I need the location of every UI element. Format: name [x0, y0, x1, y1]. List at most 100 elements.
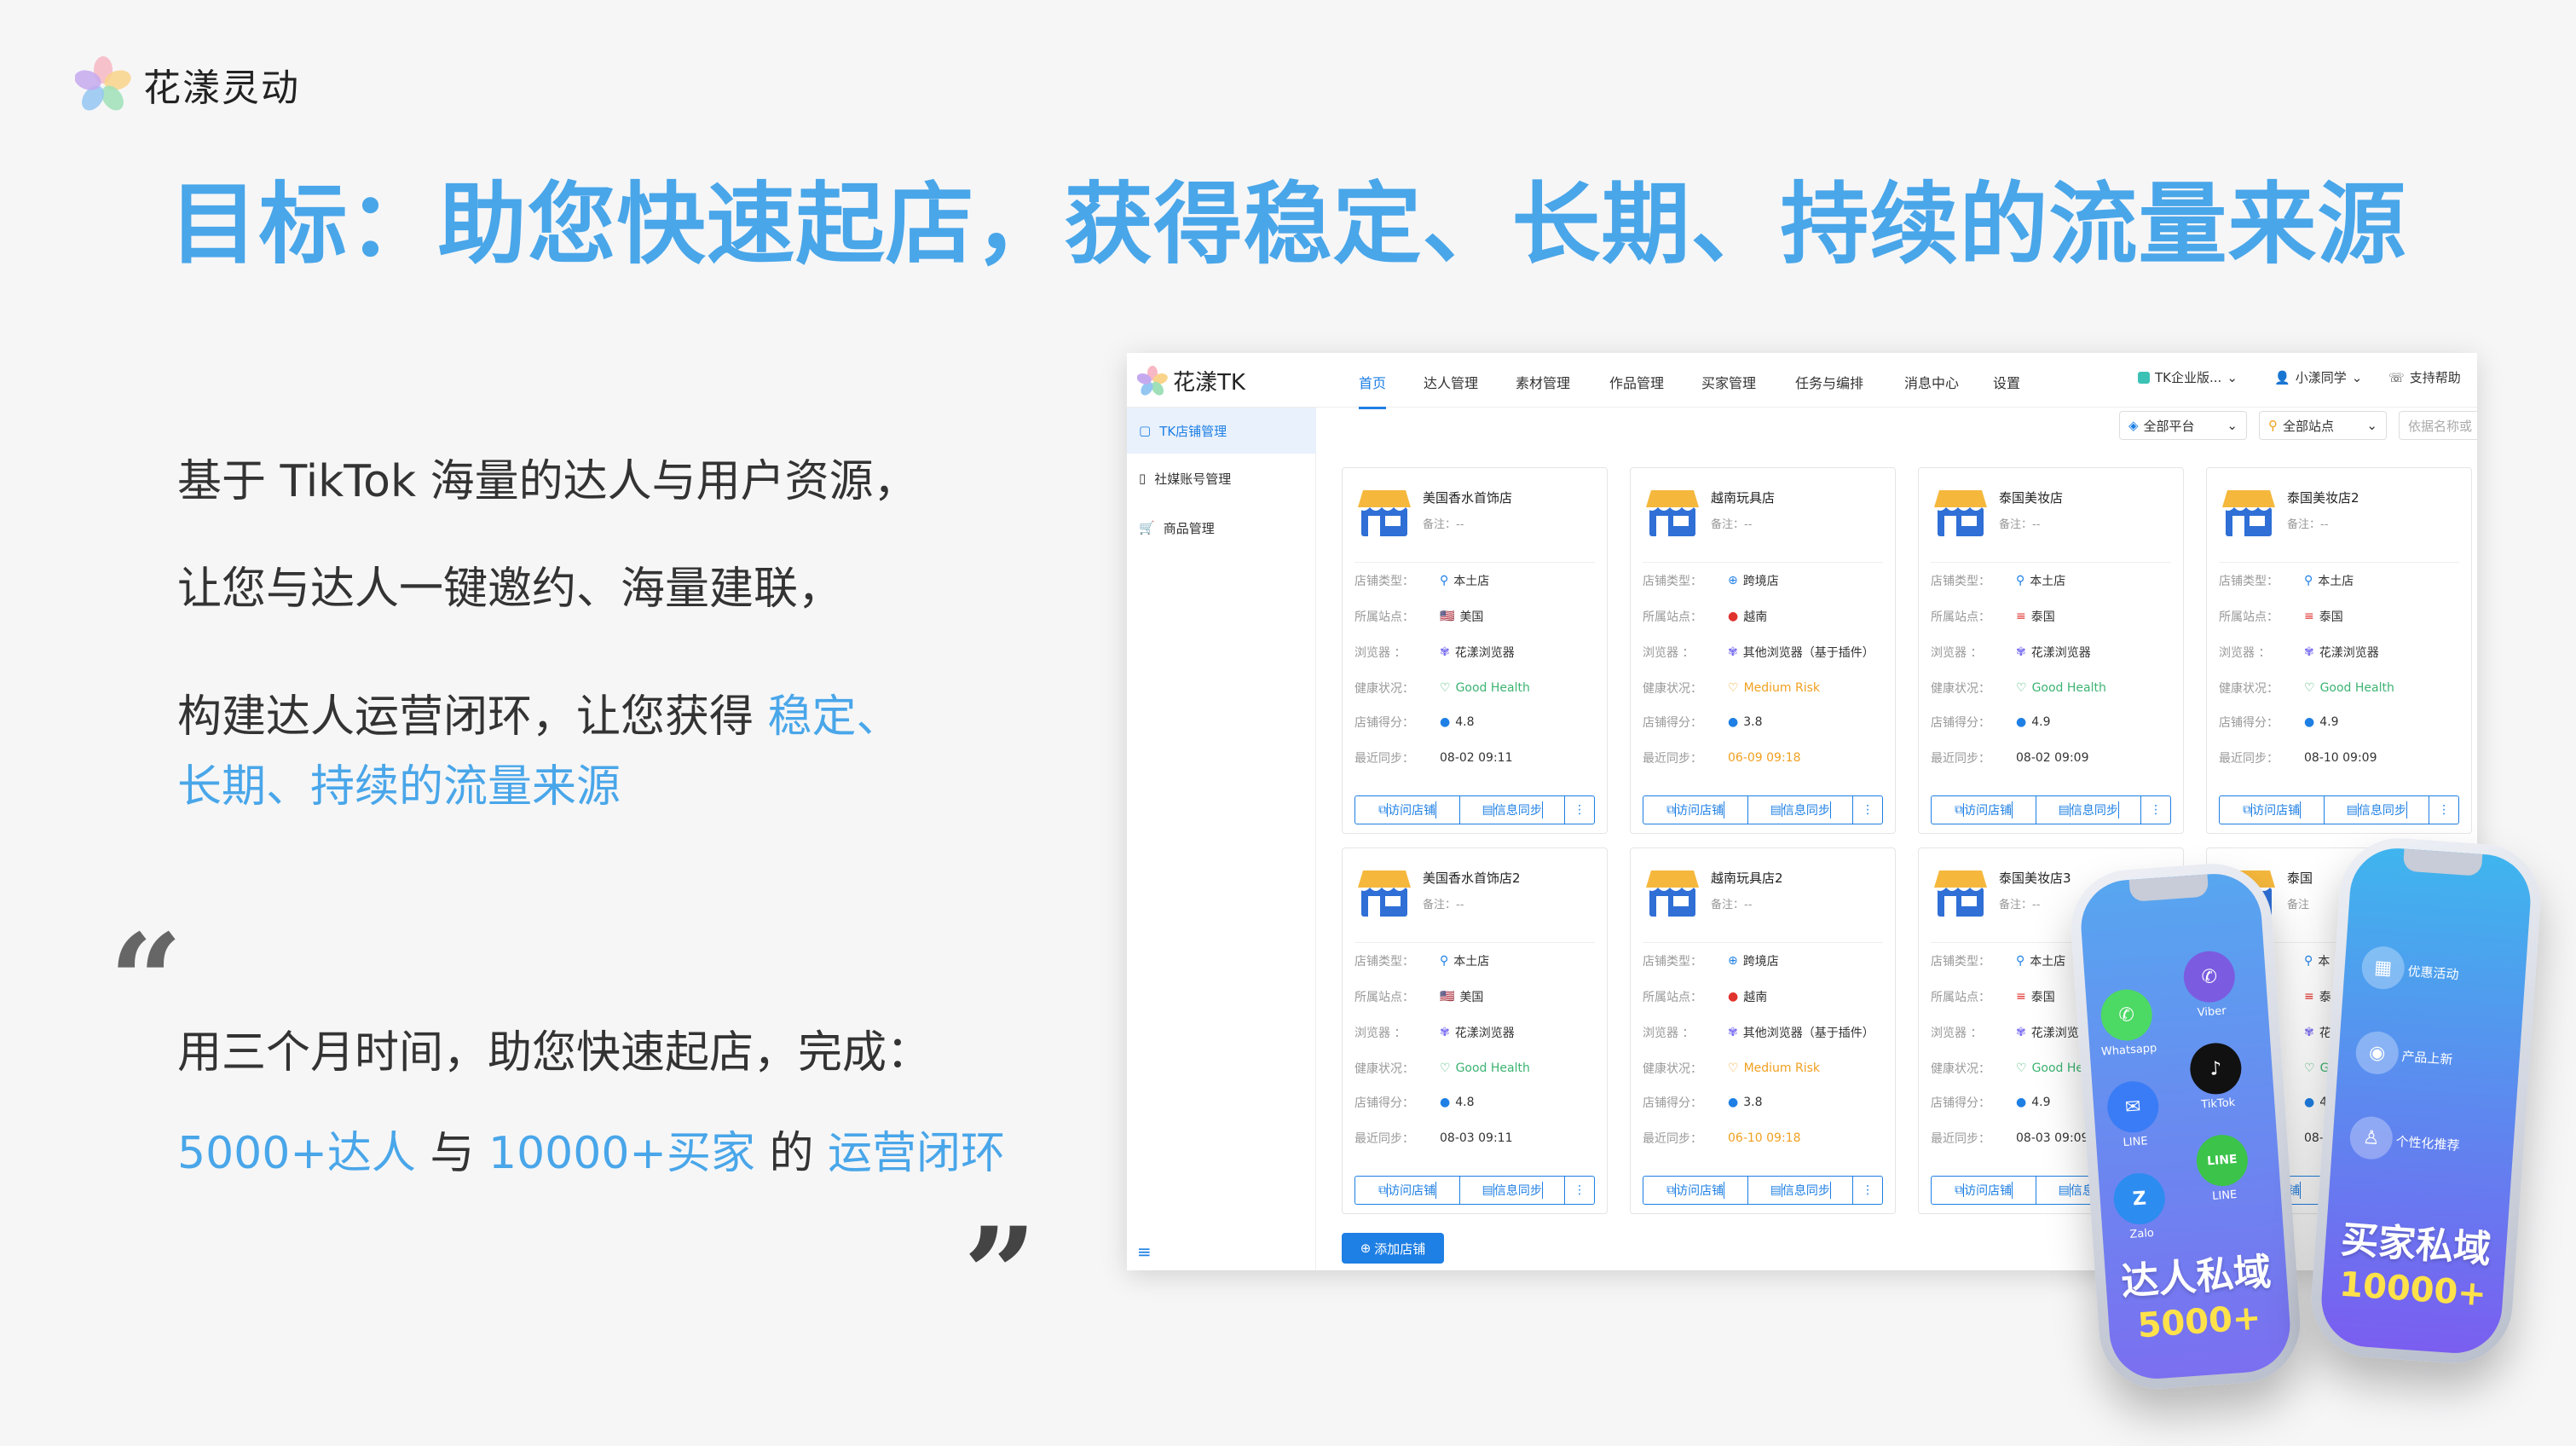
store-browser-value: 花漾浏览器 — [1454, 1027, 1515, 1040]
add-store-label: 添加店铺 — [1374, 1241, 1426, 1257]
visit-store-button[interactable]: ⧉访问店铺 — [1643, 1177, 1749, 1204]
help-link[interactable]: ☏ 支持帮助 — [2388, 368, 2461, 386]
store-card[interactable]: 美国香水首饰店 备注：-- 店铺类型： ⚲ 本土店 所属站点： 🇺🇸 美国 浏览器 ： ✾ 花漾浏览… — [1342, 467, 1608, 834]
store-browser-value: 其他浏览器（基于插件） — [1742, 646, 1874, 660]
store-card[interactable]: 泰国美妆店 备注：-- 店铺类型： ⚲ 本土店 所属站点： ≡ 泰国 浏览器 ： ✾ 花漾浏览器 健康… — [1918, 467, 2184, 834]
company-name: TK企业版... — [2155, 370, 2222, 385]
site-filter[interactable]: ⚲ 全部站点 ⌄ — [2259, 411, 2387, 440]
browser-icon: ✾ — [1728, 1026, 1738, 1039]
store-card-header: 泰国美妆店 备注：-- — [1931, 485, 2063, 538]
sync-info-button[interactable]: ▤信息同步 — [2325, 796, 2430, 824]
store-card-header: 泰国美妆店3 备注：-- — [1931, 865, 2071, 918]
nav-tab[interactable]: 作品管理 — [1609, 372, 1664, 392]
store-type-value: 本土店 — [1453, 955, 1490, 969]
document-icon: ▤ — [1481, 803, 1494, 817]
store-card[interactable]: 美国香水首饰店2 备注：-- 店铺类型： ⚲ 本土店 所属站点： 🇺🇸 美国 浏览器 ： ✾ 花漾浏… — [1342, 847, 1608, 1214]
store-row-label: 浏览器 ： — [1354, 646, 1406, 660]
sync-info-button[interactable]: ▤信息同步 — [1748, 796, 1854, 824]
visit-store-button[interactable]: ⧉访问店铺 — [1643, 796, 1749, 824]
store-row-label: 店铺得分： — [1354, 716, 1414, 730]
nav-tab[interactable]: 素材管理 — [1516, 372, 1570, 392]
store-row-value: ● 4.9 — [2016, 1094, 2050, 1111]
intro-line-2: 让您与达人一键邀约、海量建联， — [177, 564, 843, 615]
store-row-value: ⚲ 本土店 — [2304, 572, 2354, 589]
more-actions-button[interactable]: ⋮ — [1853, 1177, 1882, 1204]
store-row-type: 店铺类型： ⚲ 本土店 — [2219, 572, 2354, 589]
visit-store-label: 访问店铺 — [1964, 801, 2013, 818]
visit-store-button[interactable]: ⧉访问店铺 — [1355, 1177, 1461, 1204]
document-icon: ▤ — [1770, 1183, 1782, 1197]
sync-info-button[interactable]: ▤信息同步 — [1748, 1177, 1854, 1204]
visit-store-label: 访问店铺 — [1964, 1182, 2013, 1199]
search-input[interactable]: 依据名称或 — [2399, 411, 2477, 440]
visit-store-label: 访问店铺 — [1676, 801, 1725, 818]
sidebar-item-products[interactable]: 🛒 商品管理 — [1127, 505, 1316, 551]
store-sync-value: 08-02 09:11 — [1440, 751, 1513, 765]
visit-store-button[interactable]: ⧉访问店铺 — [1932, 1177, 2037, 1204]
visit-store-label: 访问店铺 — [1676, 1182, 1725, 1199]
nav-tab[interactable]: 设置 — [1993, 372, 2020, 392]
menu-collapse-icon[interactable]: ≡ — [1137, 1241, 1152, 1262]
store-row-value: ⚲ 本土店 — [1440, 572, 1489, 589]
nav-tab[interactable]: 首页 — [1359, 372, 1387, 409]
sync-info-button[interactable]: ▤信息同步 — [1460, 796, 1566, 824]
store-row-value: ♡ Good Health — [2016, 680, 2106, 697]
more-actions-button[interactable]: ⋮ — [1565, 796, 1594, 824]
more-actions-button[interactable]: ⋮ — [1853, 796, 1882, 824]
app-icon-viber: ✆ — [2181, 949, 2237, 1004]
external-link-icon: ⧉ — [2243, 803, 2253, 817]
flag-icon: ≡ — [2304, 610, 2314, 623]
add-store-button[interactable]: ⊕ 添加店铺 — [1342, 1233, 1444, 1264]
visit-store-button[interactable]: ⧉访问店铺 — [1932, 796, 2037, 824]
company-selector[interactable]: TK企业版... ⌄ — [2138, 368, 2238, 386]
document-icon: ▤ — [2058, 1183, 2071, 1197]
nav-tab[interactable]: 达人管理 — [1424, 372, 1478, 392]
visit-store-button[interactable]: ⧉访问店铺 — [2220, 796, 2325, 824]
user-menu[interactable]: 👤 小漾同学 ⌄ — [2274, 368, 2362, 386]
creator-private-title: 达人私域 — [2119, 1250, 2273, 1304]
more-actions-button[interactable]: ⋮ — [1565, 1177, 1594, 1204]
help-label: 支持帮助 — [2409, 370, 2461, 385]
store-row-site: 所属站点： ≡ 泰国 — [1931, 988, 2055, 1005]
app-brand: 花漾TK — [1137, 365, 1245, 396]
store-icon — [1358, 870, 1411, 917]
more-actions-button[interactable]: ⋮ — [2429, 796, 2458, 824]
nav-tab[interactable]: 买家管理 — [1701, 372, 1756, 392]
visit-store-button[interactable]: ⧉访问店铺 — [1355, 796, 1461, 824]
app-icon-tiktok: ♪ — [2188, 1041, 2244, 1096]
divider — [1643, 562, 1883, 563]
more-actions-button[interactable]: ⋮ — [2141, 796, 2170, 824]
nav-tab[interactable]: 任务与编排 — [1795, 372, 1863, 392]
external-link-icon: ⧉ — [1666, 1183, 1677, 1197]
flag-icon: ≡ — [2016, 610, 2026, 623]
external-link-icon: ⧉ — [1955, 803, 1965, 817]
store-row-label: 最近同步： — [2219, 752, 2279, 766]
store-row-type: 店铺类型： ⚲ 本土店 — [1931, 952, 2065, 969]
chevron-down-icon: ⌄ — [2366, 418, 2377, 433]
store-card-header: 美国香水首饰店 备注：-- — [1354, 485, 1512, 538]
store-row-value: 08-02 09:09 — [2016, 749, 2088, 766]
visit-store-label: 访问店铺 — [2252, 801, 2302, 818]
store-card[interactable]: 泰国美妆店2 备注：-- 店铺类型： ⚲ 本土店 所属站点： ≡ 泰国 浏览器 ： ✾ 花漾浏览器健… — [2206, 467, 2472, 834]
score-icon: ● — [2016, 1096, 2027, 1109]
nav-tab[interactable]: 消息中心 — [1904, 372, 1959, 392]
sync-info-button[interactable]: ▤信息同步 — [1460, 1177, 1566, 1204]
store-row-label: 所属站点： — [1354, 610, 1414, 624]
store-score-value: 4.8 — [1455, 1096, 1475, 1109]
store-row-label: 店铺得分： — [2219, 716, 2279, 730]
store-row-value: ● 4.9 — [2016, 714, 2050, 731]
sidebar-item-tk-stores[interactable]: ▢ TK店铺管理 — [1127, 408, 1316, 454]
sync-info-button[interactable]: ▤信息同步 — [2036, 796, 2142, 824]
sidebar-item-social-accounts[interactable]: ▯ 社媒账号管理 — [1127, 455, 1316, 501]
store-row-score: 店铺得分： ● 4.9 — [2219, 714, 2338, 731]
store-row-value: ✾ 花漾浏览器 — [1440, 644, 1515, 661]
store-card[interactable]: 越南玩具店2 备注：-- 店铺类型： ⊕ 跨境店 所属站点： ● 越南 浏览器 ： ✾ 其他浏览器（… — [1630, 847, 1896, 1214]
store-row-value: ● 4.8 — [1440, 1094, 1474, 1111]
store-card[interactable]: 越南玩具店 备注：-- 店铺类型： ⊕ 跨境店 所属站点： ● 越南 浏览器 ： ✾ 其他浏览器（基… — [1630, 467, 1896, 834]
store-row-value: ● 4.8 — [1440, 714, 1474, 731]
store-actions: ⧉访问店铺▤信息同步⋮ — [1354, 1176, 1595, 1205]
store-actions: ⧉访问店铺▤信息同步⋮ — [2219, 795, 2459, 824]
platform-filter[interactable]: ◈ 全部平台 ⌄ — [2119, 411, 2247, 440]
store-row-sync: 最近同步： 06-09 09:18 — [1643, 749, 1800, 766]
store-row-label: 所属站点： — [1931, 991, 1990, 1004]
